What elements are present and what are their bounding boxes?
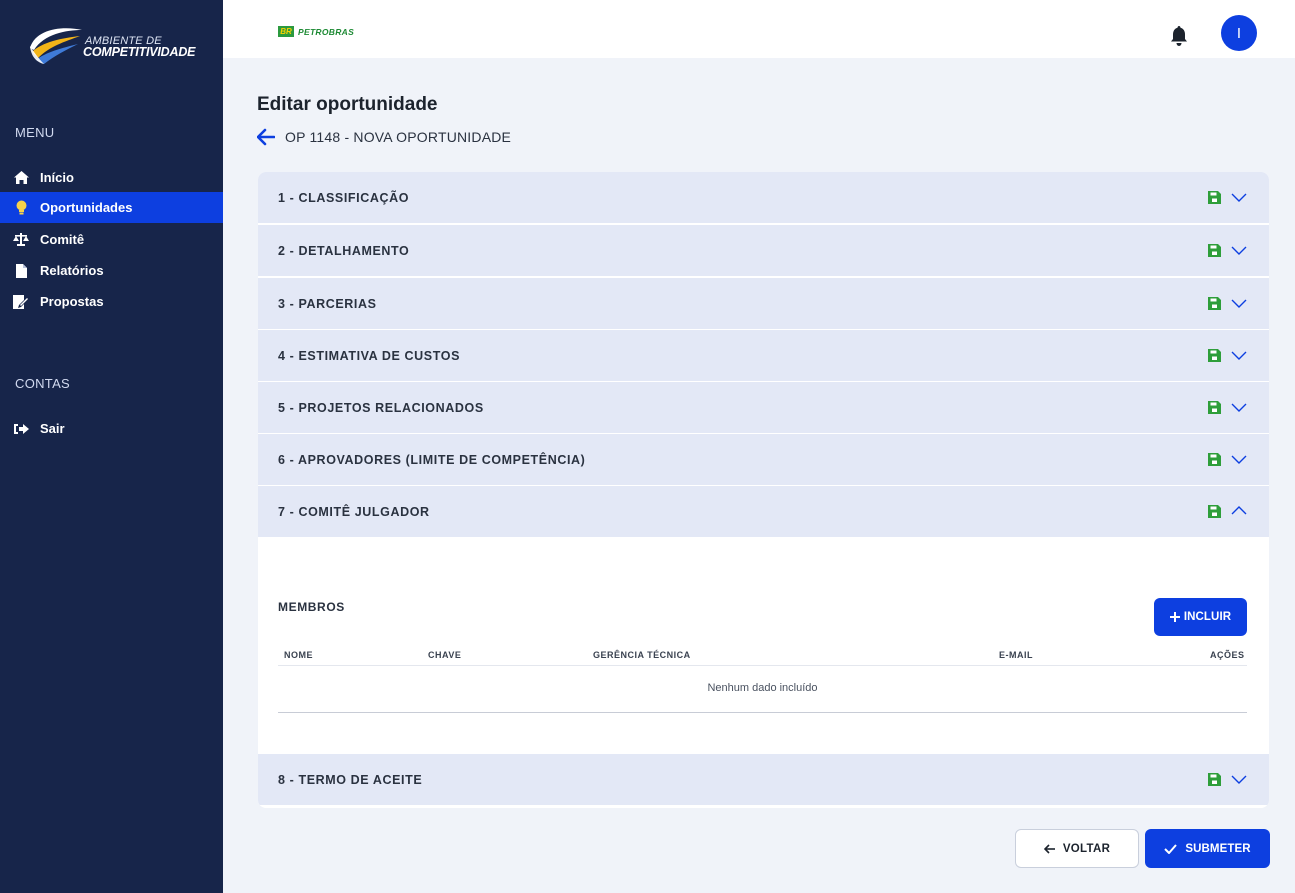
home-icon xyxy=(13,170,29,186)
accordion-panel: 1 - CLASSIFICAÇÃO 2 - DETALHAMENTO 3 - P… xyxy=(258,172,1269,808)
section-label: 3 - PARCERIAS xyxy=(278,296,377,311)
save-icon xyxy=(1208,504,1221,518)
logo-swoosh-icon xyxy=(30,28,82,64)
page-title: Editar oportunidade xyxy=(257,94,438,115)
chevron-down-icon[interactable] xyxy=(1231,399,1247,415)
brand-logo: BR PETROBRAS xyxy=(278,26,354,37)
empty-table-message: Nenhum dado incluído xyxy=(707,682,818,694)
logo-line2: COMPETITIVIDADE xyxy=(83,45,196,59)
table-bottom-divider xyxy=(278,712,1247,713)
submeter-button-label: SUBMETER xyxy=(1185,842,1251,855)
incluir-button[interactable]: INCLUIR xyxy=(1154,598,1247,636)
file-icon xyxy=(13,263,29,279)
sidebar-item-label: Sair xyxy=(40,421,65,436)
chevron-up-icon[interactable] xyxy=(1231,503,1247,519)
section-label: 2 - DETALHAMENTO xyxy=(278,243,410,258)
app-logo[interactable]: AMBIENTE DE COMPETITIVIDADE xyxy=(28,22,208,66)
menu-section-title: MENU xyxy=(15,125,55,140)
column-header-chave: CHAVE xyxy=(428,650,462,660)
section-comite-julgador[interactable]: 7 - COMITÊ JULGADOR xyxy=(258,486,1269,537)
sidebar-item-oportunidades[interactable]: Oportunidades xyxy=(0,192,223,223)
sidebar-item-comite[interactable]: Comitê xyxy=(0,224,223,255)
sidebar-item-relatorios[interactable]: Relatórios xyxy=(0,255,223,286)
sign-out-icon xyxy=(13,421,29,437)
sidebar-item-label: Início xyxy=(40,170,74,185)
back-arrow-icon[interactable] xyxy=(256,128,276,146)
membros-heading: MEMBROS xyxy=(278,600,345,614)
submeter-button[interactable]: SUBMETER xyxy=(1145,829,1270,868)
column-header-nome: NOME xyxy=(284,650,313,660)
opportunity-title: OP 1148 - NOVA OPORTUNIDADE xyxy=(285,129,512,145)
chevron-down-icon[interactable] xyxy=(1231,189,1247,205)
section-aprovadores[interactable]: 6 - APROVADORES (LIMITE DE COMPETÊNCIA) xyxy=(258,434,1269,485)
sidebar: AMBIENTE DE COMPETITIVIDADE MENU Início … xyxy=(0,0,223,893)
section-label: 7 - COMITÊ JULGADOR xyxy=(278,504,430,519)
save-icon xyxy=(1208,772,1221,786)
section-estimativa-custos[interactable]: 4 - ESTIMATIVA DE CUSTOS xyxy=(258,330,1269,381)
section-parcerias[interactable]: 3 - PARCERIAS xyxy=(258,278,1269,329)
voltar-button-label: VOLTAR xyxy=(1062,842,1111,855)
column-header-acoes: AÇÕES xyxy=(1210,650,1245,660)
section-projetos-relacionados[interactable]: 5 - PROJETOS RELACIONADOS xyxy=(258,382,1269,433)
chevron-down-icon[interactable] xyxy=(1231,771,1247,787)
save-icon xyxy=(1208,452,1221,466)
save-icon xyxy=(1208,400,1221,414)
column-header-email: E-MAIL xyxy=(999,650,1033,660)
section-label: 8 - TERMO DE ACEITE xyxy=(278,772,423,787)
comite-julgador-content: MEMBROS INCLUIR NOME CHAVE GERÊNCIA TÉCN… xyxy=(258,537,1269,754)
save-icon xyxy=(1208,190,1221,204)
chevron-down-icon[interactable] xyxy=(1231,347,1247,363)
save-icon xyxy=(1208,348,1221,362)
section-classificacao[interactable]: 1 - CLASSIFICAÇÃO xyxy=(258,172,1269,223)
lightbulb-icon xyxy=(13,200,29,216)
save-icon xyxy=(1208,243,1221,257)
signature-icon xyxy=(13,294,29,310)
balance-scale-icon xyxy=(13,232,29,248)
section-label: 1 - CLASSIFICAÇÃO xyxy=(278,190,410,205)
breadcrumb: OP 1148 - NOVA OPORTUNIDADE xyxy=(256,128,512,146)
sidebar-item-label: Propostas xyxy=(40,294,104,309)
incluir-button-label: INCLUIR xyxy=(1183,611,1232,623)
table-header-divider xyxy=(278,665,1247,666)
brand-box: BR xyxy=(278,26,294,37)
sidebar-item-label: Comitê xyxy=(40,232,85,247)
bell-icon[interactable] xyxy=(1171,26,1187,46)
top-header: BR PETROBRAS I xyxy=(223,0,1295,58)
chevron-down-icon[interactable] xyxy=(1231,242,1247,258)
accounts-section-title: CONTAS xyxy=(15,376,71,391)
section-label: 5 - PROJETOS RELACIONADOS xyxy=(278,400,484,415)
section-termo-aceite[interactable]: 8 - TERMO DE ACEITE xyxy=(258,754,1269,805)
section-label: 6 - APROVADORES (LIMITE DE COMPETÊNCIA) xyxy=(278,452,586,467)
user-avatar[interactable]: I xyxy=(1221,15,1257,51)
sidebar-item-propostas[interactable]: Propostas xyxy=(0,286,223,317)
voltar-button[interactable]: VOLTAR xyxy=(1015,829,1139,868)
sidebar-item-sair[interactable]: Sair xyxy=(0,413,223,444)
check-icon xyxy=(1164,843,1178,854)
plus-icon xyxy=(1169,612,1180,622)
brand-text: PETROBRAS xyxy=(298,26,355,37)
column-header-gerencia-tecnica: GERÊNCIA TÉCNICA xyxy=(593,650,691,660)
sidebar-item-label: Relatórios xyxy=(40,263,104,278)
chevron-down-icon[interactable] xyxy=(1231,295,1247,311)
save-icon xyxy=(1208,296,1221,310)
arrow-left-icon xyxy=(1043,843,1055,854)
section-detalhamento[interactable]: 2 - DETALHAMENTO xyxy=(258,225,1269,276)
sidebar-item-inicio[interactable]: Início xyxy=(0,162,223,193)
section-label: 4 - ESTIMATIVA DE CUSTOS xyxy=(278,348,461,363)
chevron-down-icon[interactable] xyxy=(1231,451,1247,467)
sidebar-item-label: Oportunidades xyxy=(40,200,133,215)
